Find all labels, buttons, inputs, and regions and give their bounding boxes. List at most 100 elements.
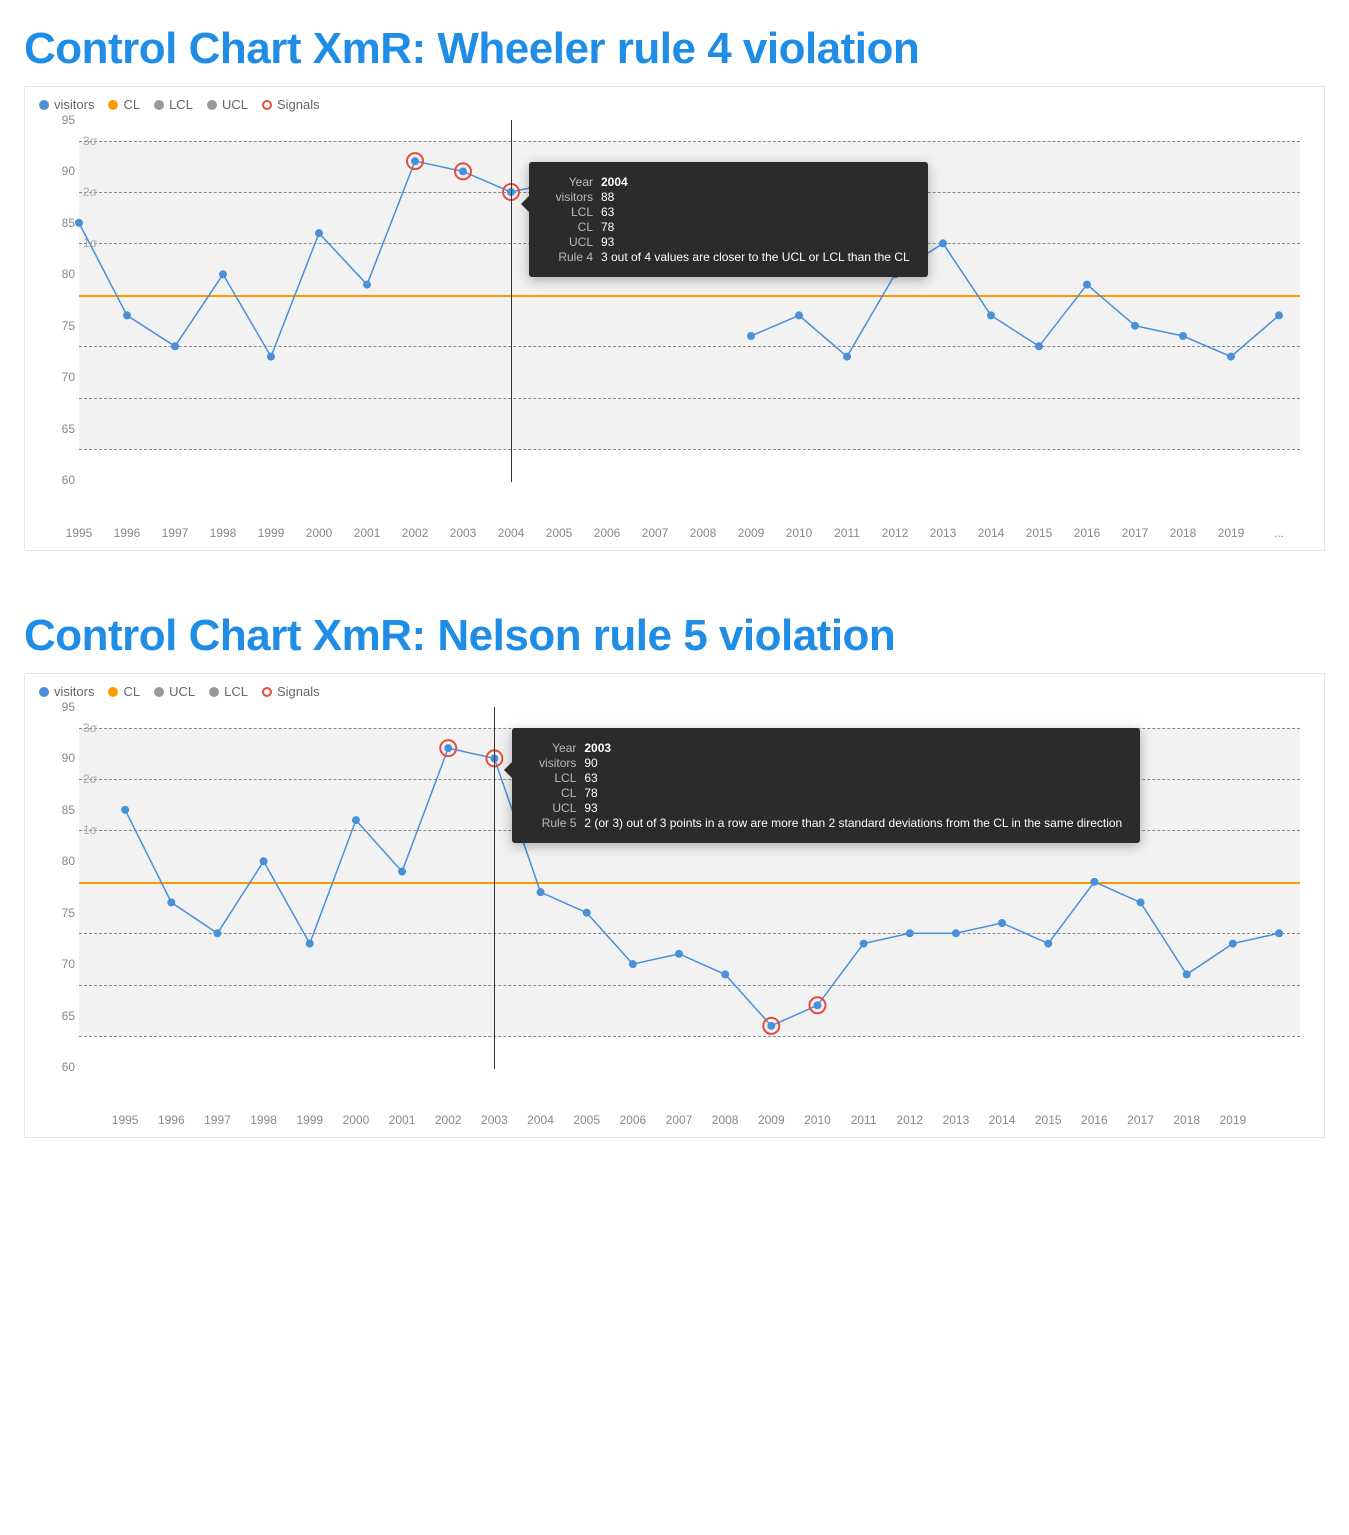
data-point[interactable]: [987, 311, 995, 319]
x-tick-label: 2004: [498, 526, 525, 540]
data-point[interactable]: [675, 950, 683, 958]
data-point[interactable]: [629, 960, 637, 968]
data-point[interactable]: [1179, 332, 1187, 340]
data-point[interactable]: [1183, 970, 1191, 978]
legend-item[interactable]: visitors: [39, 97, 94, 112]
legend-item[interactable]: CL: [108, 684, 140, 699]
tooltip-label: visitors: [543, 190, 601, 204]
data-point[interactable]: [213, 929, 221, 937]
tooltip-label: LCL: [543, 205, 601, 219]
data-point[interactable]: [1229, 940, 1237, 948]
data-point[interactable]: [121, 806, 129, 814]
legend-label: CL: [123, 684, 140, 699]
x-tick-label: 2007: [642, 526, 669, 540]
legend-item[interactable]: UCL: [207, 97, 248, 112]
y-tick-label: 80: [62, 854, 75, 868]
chart-container: visitorsCLUCLLCLSignals60657075808590951…: [24, 673, 1325, 1138]
data-point[interactable]: [813, 1001, 821, 1009]
x-tick-label: 2012: [882, 526, 909, 540]
data-point[interactable]: [1035, 342, 1043, 350]
data-point[interactable]: [1137, 898, 1145, 906]
legend-label: LCL: [224, 684, 248, 699]
legend-marker-icon: [209, 687, 219, 697]
data-point[interactable]: [537, 888, 545, 896]
x-tick-label: 2011: [834, 526, 860, 540]
legend-marker-icon: [262, 100, 272, 110]
data-point[interactable]: [860, 940, 868, 948]
x-tick-label: 2010: [804, 1113, 831, 1127]
tooltip-value: 3 out of 4 values are closer to the UCL …: [601, 250, 910, 264]
data-point[interactable]: [260, 857, 268, 865]
x-tick-label: 1998: [250, 1113, 277, 1127]
data-point[interactable]: [1083, 281, 1091, 289]
data-point[interactable]: [1090, 878, 1098, 886]
x-tick-label: 1996: [114, 526, 141, 540]
data-point[interactable]: [1227, 353, 1235, 361]
y-tick-label: 85: [62, 803, 75, 817]
data-point[interactable]: [352, 816, 360, 824]
x-tick-label: 2017: [1127, 1113, 1154, 1127]
data-point[interactable]: [75, 219, 83, 227]
data-point[interactable]: [459, 167, 467, 175]
tooltip-row: Rule 43 out of 4 values are closer to th…: [543, 250, 910, 264]
data-point[interactable]: [747, 332, 755, 340]
legend-item[interactable]: UCL: [154, 684, 195, 699]
x-tick-label: 2005: [546, 526, 573, 540]
data-point[interactable]: [167, 898, 175, 906]
x-tick-label: 2015: [1035, 1113, 1062, 1127]
tooltip-label: UCL: [543, 235, 601, 249]
x-tick-label: 2017: [1122, 526, 1149, 540]
data-point[interactable]: [767, 1022, 775, 1030]
x-tick-label: 2009: [738, 526, 765, 540]
data-point[interactable]: [721, 970, 729, 978]
x-tick-label: 2013: [930, 526, 957, 540]
data-point[interactable]: [1131, 322, 1139, 330]
legend-marker-icon: [108, 100, 118, 110]
plot-area[interactable]: 60657075808590951σ2σ3σ199519961997199819…: [79, 707, 1300, 1127]
data-point[interactable]: [998, 919, 1006, 927]
data-point[interactable]: [1044, 940, 1052, 948]
tooltip-row: CL78: [543, 220, 910, 234]
data-point[interactable]: [795, 311, 803, 319]
x-tick-label: 1998: [210, 526, 237, 540]
data-point[interactable]: [363, 281, 371, 289]
x-tick-label: 1997: [204, 1113, 231, 1127]
data-point[interactable]: [1275, 929, 1283, 937]
data-point[interactable]: [583, 909, 591, 917]
data-point[interactable]: [444, 744, 452, 752]
tooltip-value: 63: [584, 771, 1122, 785]
legend-item[interactable]: Signals: [262, 684, 320, 699]
plot-area[interactable]: 60657075808590951σ2σ3σ199519961997199819…: [79, 120, 1300, 540]
data-point[interactable]: [411, 157, 419, 165]
data-point[interactable]: [843, 353, 851, 361]
legend-item[interactable]: visitors: [39, 684, 94, 699]
data-point[interactable]: [398, 868, 406, 876]
x-tick-label: 1999: [258, 526, 285, 540]
data-point[interactable]: [906, 929, 914, 937]
legend-item[interactable]: CL: [108, 97, 140, 112]
data-point[interactable]: [123, 311, 131, 319]
legend-item[interactable]: Signals: [262, 97, 320, 112]
tooltip-row: Year2003: [526, 741, 1122, 755]
y-axis: 6065707580859095: [47, 707, 75, 1067]
data-point[interactable]: [267, 353, 275, 361]
tooltip-row: LCL63: [526, 771, 1122, 785]
legend-marker-icon: [154, 687, 164, 697]
legend-label: UCL: [169, 684, 195, 699]
x-tick-label: 1999: [296, 1113, 323, 1127]
x-tick-label: 2006: [594, 526, 621, 540]
legend-marker-icon: [39, 100, 49, 110]
data-point[interactable]: [315, 229, 323, 237]
tooltip: Year2003visitors90LCL63CL78UCL93Rule 52 …: [512, 728, 1140, 843]
x-tick-label: 2015: [1026, 526, 1053, 540]
legend-item[interactable]: LCL: [209, 684, 248, 699]
data-point[interactable]: [219, 270, 227, 278]
chart-title: Control Chart XmR: Wheeler rule 4 violat…: [24, 24, 1325, 74]
data-point[interactable]: [939, 239, 947, 247]
legend-item[interactable]: LCL: [154, 97, 193, 112]
data-point[interactable]: [171, 342, 179, 350]
tooltip-row: UCL93: [526, 801, 1122, 815]
data-point[interactable]: [952, 929, 960, 937]
data-point[interactable]: [1275, 311, 1283, 319]
data-point[interactable]: [306, 940, 314, 948]
